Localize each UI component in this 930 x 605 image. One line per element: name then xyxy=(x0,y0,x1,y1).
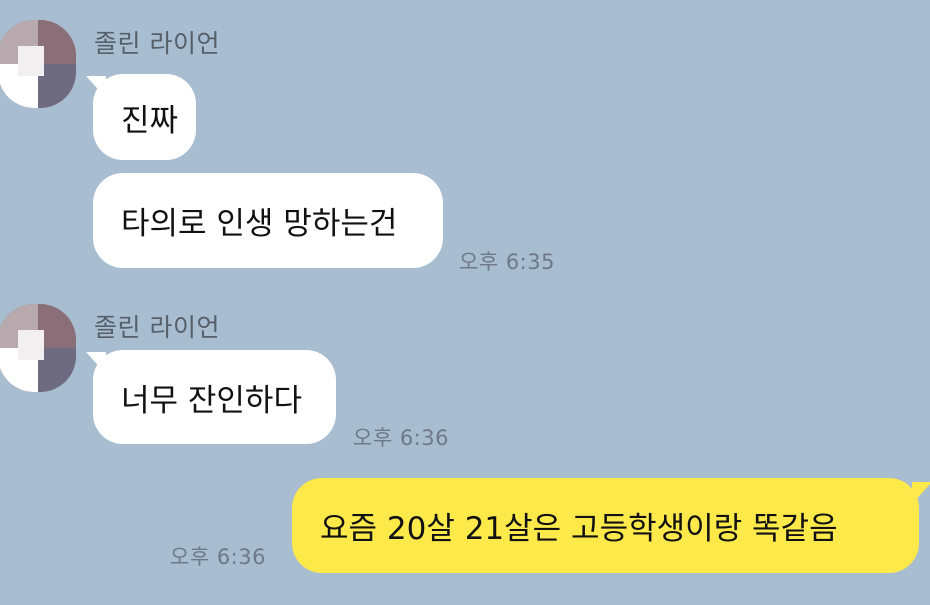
message-bubble[interactable]: 요즘 20살 21살은 고등학생이랑 똑같음 xyxy=(292,478,919,573)
sender-avatar[interactable] xyxy=(0,304,76,392)
sender-name: 졸린 라이언 xyxy=(94,313,220,342)
message-bubble[interactable]: 너무 잔인하다 xyxy=(93,350,336,444)
sender-name: 졸린 라이언 xyxy=(94,29,220,58)
message-bubble[interactable]: 타의로 인생 망하는건 xyxy=(93,173,443,268)
message-time: 오후 6:36 xyxy=(353,426,449,450)
sender-avatar[interactable] xyxy=(0,20,76,108)
message-time: 오후 6:35 xyxy=(459,250,555,274)
bubble-tail xyxy=(912,482,930,504)
message-bubble[interactable]: 진짜 xyxy=(93,74,196,160)
message-time: 오후 6:36 xyxy=(170,545,266,569)
chat-room: 졸린 라이언 진짜 타의로 인생 망하는건 오후 6:35 졸린 라이언 너무 … xyxy=(0,0,930,605)
